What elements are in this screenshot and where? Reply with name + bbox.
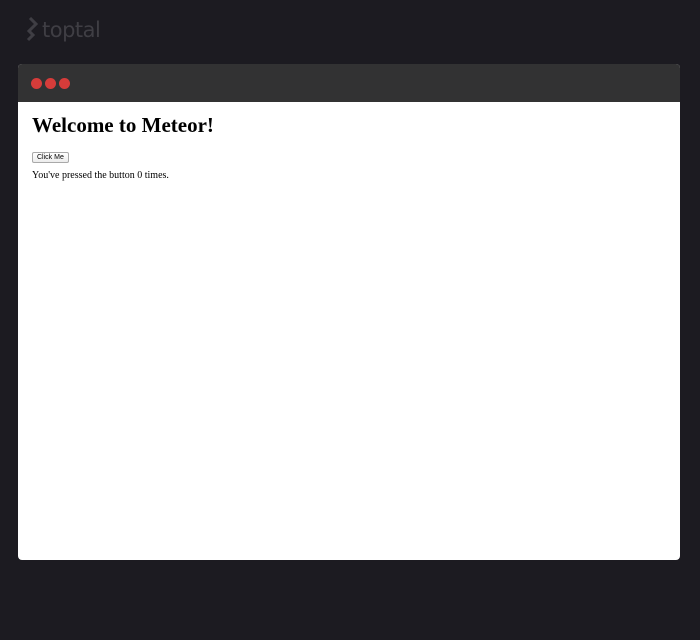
page-content: Welcome to Meteor! Click Me You've press… [18, 102, 680, 182]
window-close-dot[interactable] [31, 77, 42, 89]
press-count-message: You've pressed the button 0 times. [32, 170, 666, 182]
click-me-button[interactable]: Click Me [32, 152, 69, 163]
browser-window: Welcome to Meteor! Click Me You've press… [18, 64, 680, 560]
brand-name: toptal [42, 18, 101, 42]
page-title: Welcome to Meteor! [32, 113, 214, 137]
window-minimize-dot[interactable] [45, 77, 56, 89]
toptal-brand: toptal [22, 17, 101, 43]
message-prefix: You've pressed the button [32, 170, 138, 181]
message-suffix: times. [142, 170, 169, 181]
window-titlebar [18, 64, 680, 102]
window-maximize-dot[interactable] [59, 77, 70, 89]
toptal-logo-icon [26, 17, 39, 42]
